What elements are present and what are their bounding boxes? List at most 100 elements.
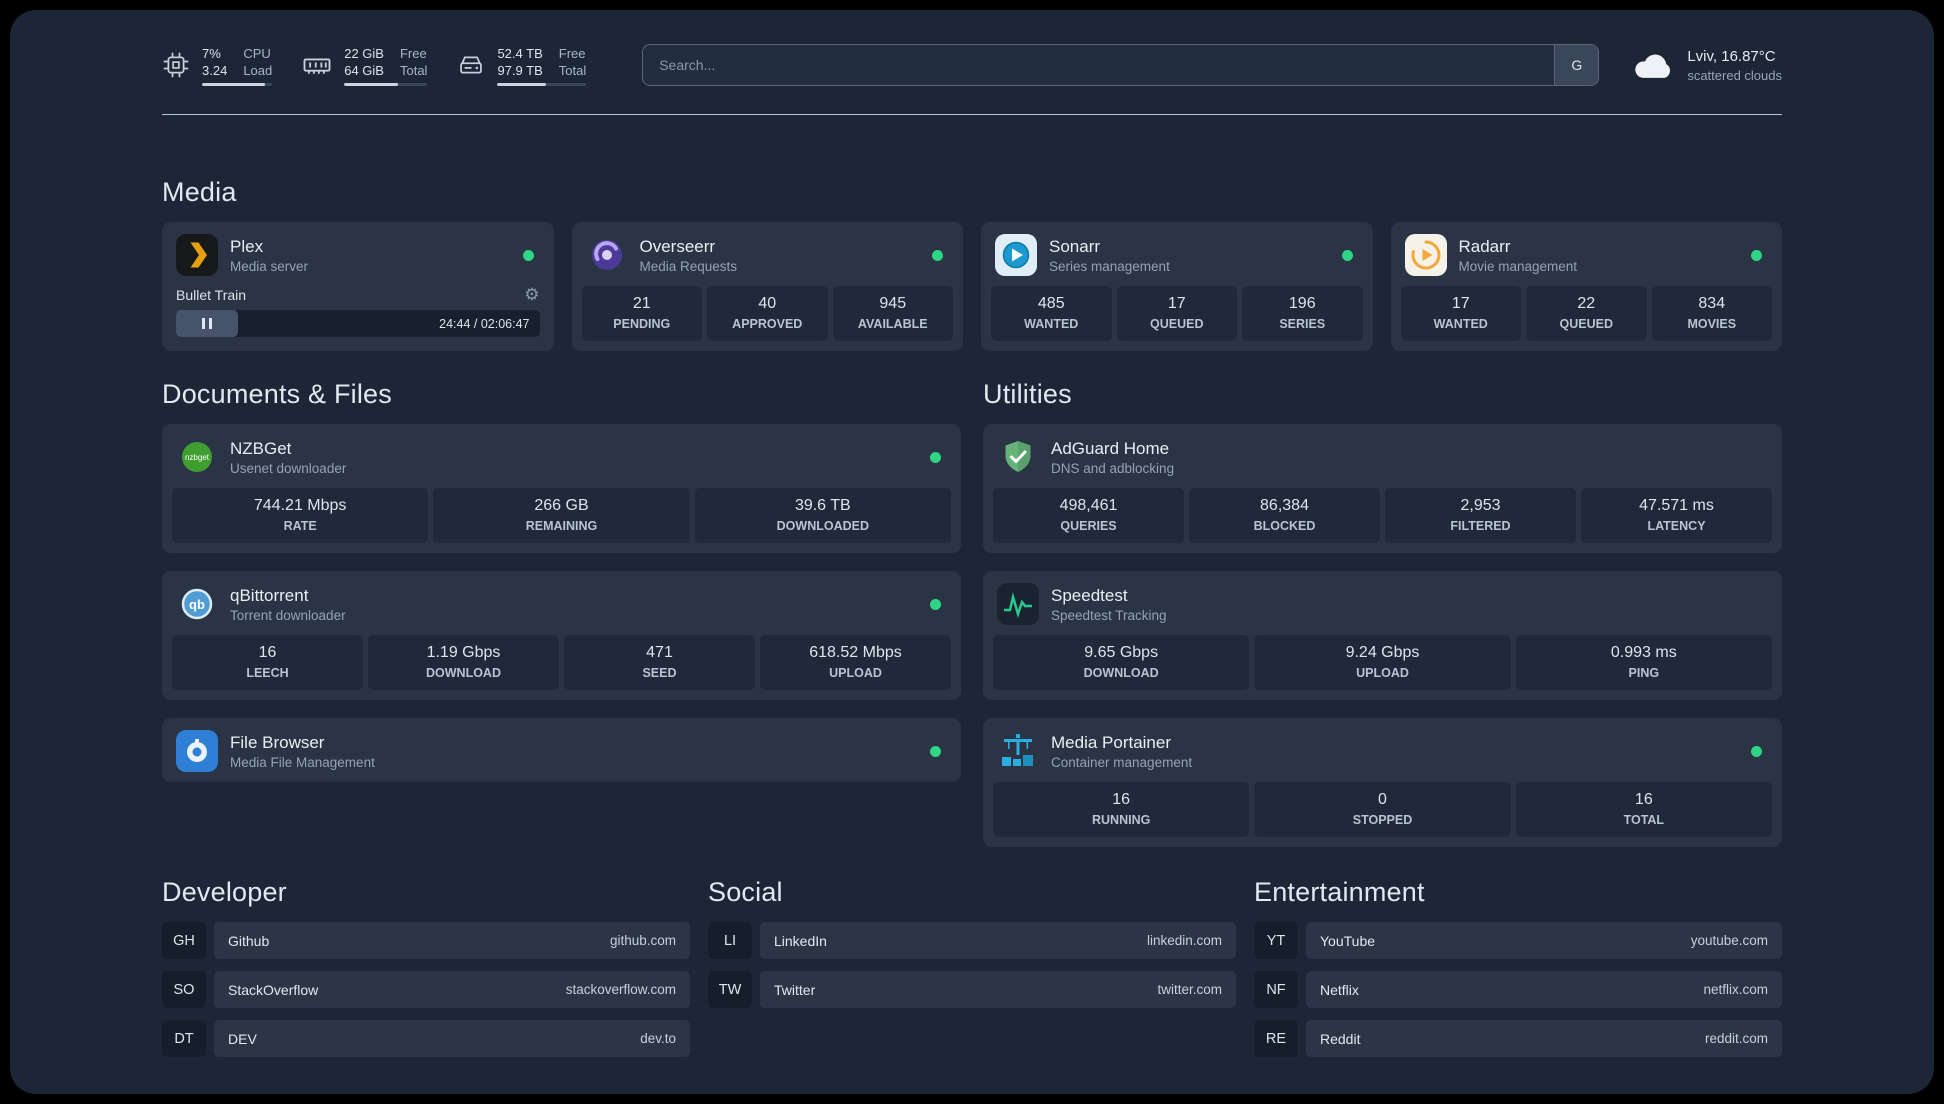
weather-widget[interactable]: Lviv, 16.87°C scattered clouds — [1631, 47, 1782, 84]
status-dot — [522, 249, 534, 261]
stat-tile: 17 QUEUED — [1116, 286, 1237, 341]
radarr-stats: 17 WANTED 22 QUEUED 834 MOVIES — [1400, 286, 1772, 341]
dashboard-panel: 7% 3.24 CPU Load 22 GiB 64 GiB Free Tota… — [10, 10, 1934, 1094]
adguard-card[interactable]: AdGuard Home DNS and adblocking 498,461 … — [983, 424, 1782, 553]
stat-label: DOWNLOAD — [426, 666, 501, 680]
bookmark-name: DEV — [228, 1030, 257, 1047]
gear-icon[interactable]: ⚙ — [524, 286, 539, 303]
sonarr-titles: Sonarr Series management — [1049, 236, 1170, 275]
stat-value: 9.65 Gbps — [1084, 644, 1159, 661]
bookmark-name: StackOverflow — [228, 981, 319, 998]
stat-tile: 834 MOVIES — [1651, 286, 1772, 341]
stat-label: PING — [1628, 666, 1660, 680]
cpu-stats: 7% 3.24 CPU Load — [202, 45, 273, 86]
portainer-card[interactable]: Media Portainer Container management 16 … — [983, 718, 1782, 847]
plex-card-head: Plex Media server — [172, 232, 544, 276]
bookmark-abbr: NF — [1254, 971, 1298, 1008]
bookmark-linkedin[interactable]: LI LinkedIn linkedin.com — [708, 922, 1236, 959]
service-desc: Series management — [1049, 258, 1170, 274]
bookmark-group-entertainment: Entertainment YT YouTube youtube.com NF … — [1254, 877, 1782, 1057]
topbar: 7% 3.24 CPU Load 22 GiB 64 GiB Free Tota… — [162, 44, 1782, 86]
bookmark-dev[interactable]: DT DEV dev.to — [162, 1020, 690, 1057]
speedtest-card-head: Speedtest Speedtest Tracking — [993, 581, 1772, 625]
disk-free-value: 52.4 TB — [497, 45, 543, 61]
media-cards: Plex Media server Bullet Train ⚙ 24:44 /… — [162, 222, 1782, 351]
stat-tile: 9.24 Gbps UPLOAD — [1254, 635, 1511, 690]
stat-value: 16 — [1634, 791, 1653, 808]
bookmark-bar: Reddit reddit.com — [1306, 1020, 1782, 1057]
overseerr-card[interactable]: Overseerr Media Requests 21 PENDING 40 A… — [571, 222, 963, 351]
filebrowser-card-head: File Browser Media File Management — [172, 728, 951, 772]
status-dot — [930, 598, 941, 610]
bookmark-github[interactable]: GH Github github.com — [162, 922, 690, 959]
social-links: LI LinkedIn linkedin.com TW Twitter twit… — [708, 922, 1236, 1008]
speedtest-icon — [997, 583, 1039, 625]
nzbget-card-head: nzbget NZBGet Usenet downloader — [172, 434, 951, 478]
portainer-icon — [997, 730, 1039, 772]
bookmark-netflix[interactable]: NF Netflix netflix.com — [1254, 971, 1782, 1008]
memory-label-top: Free — [399, 45, 427, 61]
bookmark-name: YouTube — [1320, 932, 1376, 949]
status-dot — [932, 249, 943, 261]
memory-progress-track — [344, 82, 428, 86]
documents-cards: nzbget NZBGet Usenet downloader 744.21 M… — [162, 424, 961, 782]
search-input[interactable] — [642, 44, 1600, 86]
disk-stats: 52.4 TB 97.9 TB Free Total — [497, 45, 587, 86]
memory-free-value: 22 GiB — [344, 45, 384, 61]
stat-value: 22 — [1577, 295, 1596, 312]
stat-value: 40 — [758, 295, 777, 312]
stat-label: RATE — [283, 519, 317, 533]
stat-value: 47.571 ms — [1639, 497, 1714, 514]
plex-card[interactable]: Plex Media server Bullet Train ⚙ 24:44 /… — [162, 222, 554, 351]
stat-tile: 744.21 Mbps RATE — [172, 488, 429, 543]
stat-label: APPROVED — [732, 317, 803, 331]
radarr-titles: Radarr Movie management — [1459, 236, 1578, 275]
stat-tile: 86,384 BLOCKED — [1189, 488, 1380, 543]
bookmark-stackoverflow[interactable]: SO StackOverflow stackoverflow.com — [162, 971, 690, 1008]
pause-icon — [208, 318, 212, 329]
stat-label: PENDING — [613, 317, 671, 331]
stat-value: 17 — [1451, 295, 1470, 312]
nzbget-icon: nzbget — [176, 436, 218, 478]
stat-value: 1.19 Gbps — [426, 644, 501, 661]
service-name: Radarr — [1458, 236, 1511, 256]
service-name: Speedtest — [1051, 585, 1128, 605]
middle-sections: Documents & Files nzbget NZBGet Usenet d… — [162, 379, 1782, 847]
service-name: Media Portainer — [1051, 732, 1172, 752]
stat-tile: 485 WANTED — [991, 286, 1112, 341]
radarr-card[interactable]: Radarr Movie management 17 WANTED 22 QUE… — [1390, 222, 1782, 351]
stat-value: 0.993 ms — [1610, 644, 1677, 661]
qbittorrent-card[interactable]: qb qBittorrent Torrent downloader 16 LEE… — [162, 571, 961, 700]
filebrowser-titles: File Browser Media File Management — [230, 732, 375, 771]
bookmark-youtube[interactable]: YT YouTube youtube.com — [1254, 922, 1782, 959]
stat-label: AVAILABLE — [857, 317, 928, 331]
qbittorrent-titles: qBittorrent Torrent downloader — [230, 585, 346, 624]
stat-label: DOWNLOAD — [1083, 666, 1159, 680]
bookmark-bar: StackOverflow stackoverflow.com — [214, 971, 690, 1008]
playback-progress-bar[interactable]: 24:44 / 02:06:47 — [176, 310, 540, 337]
cpu-labels: CPU Load — [243, 45, 272, 79]
stat-value: 9.24 Gbps — [1345, 644, 1420, 661]
status-dot — [930, 745, 941, 757]
sonarr-stats: 485 WANTED 17 QUEUED 196 SERIES — [991, 286, 1363, 341]
disk-progress-fill — [497, 82, 547, 86]
speedtest-card[interactable]: Speedtest Speedtest Tracking 9.65 Gbps D… — [983, 571, 1782, 700]
stat-tile: 0.993 ms PING — [1515, 635, 1772, 690]
search-provider-button[interactable]: G — [1554, 45, 1599, 85]
stat-tile: 1.19 Gbps DOWNLOAD — [368, 635, 559, 690]
stat-label: LATENCY — [1647, 519, 1706, 533]
developer-links: GH Github github.com SO StackOverflow st… — [162, 922, 690, 1057]
adguard-titles: AdGuard Home DNS and adblocking — [1051, 438, 1174, 477]
pause-button[interactable] — [176, 310, 238, 337]
sonarr-card[interactable]: Sonarr Series management 485 WANTED 17 Q… — [981, 222, 1373, 351]
stat-label: STOPPED — [1352, 813, 1413, 827]
adguard-stats: 498,461 QUERIES 86,384 BLOCKED 2,953 FIL… — [993, 488, 1772, 543]
stat-tile: 266 GB REMAINING — [433, 488, 690, 543]
stat-tile: 0 STOPPED — [1254, 782, 1511, 837]
service-desc: Container management — [1051, 754, 1193, 770]
filebrowser-card[interactable]: File Browser Media File Management — [162, 718, 961, 782]
stat-label: DOWNLOADED — [776, 519, 869, 533]
bookmark-twitter[interactable]: TW Twitter twitter.com — [708, 971, 1236, 1008]
bookmark-reddit[interactable]: RE Reddit reddit.com — [1254, 1020, 1782, 1057]
nzbget-card[interactable]: nzbget NZBGet Usenet downloader 744.21 M… — [162, 424, 961, 553]
